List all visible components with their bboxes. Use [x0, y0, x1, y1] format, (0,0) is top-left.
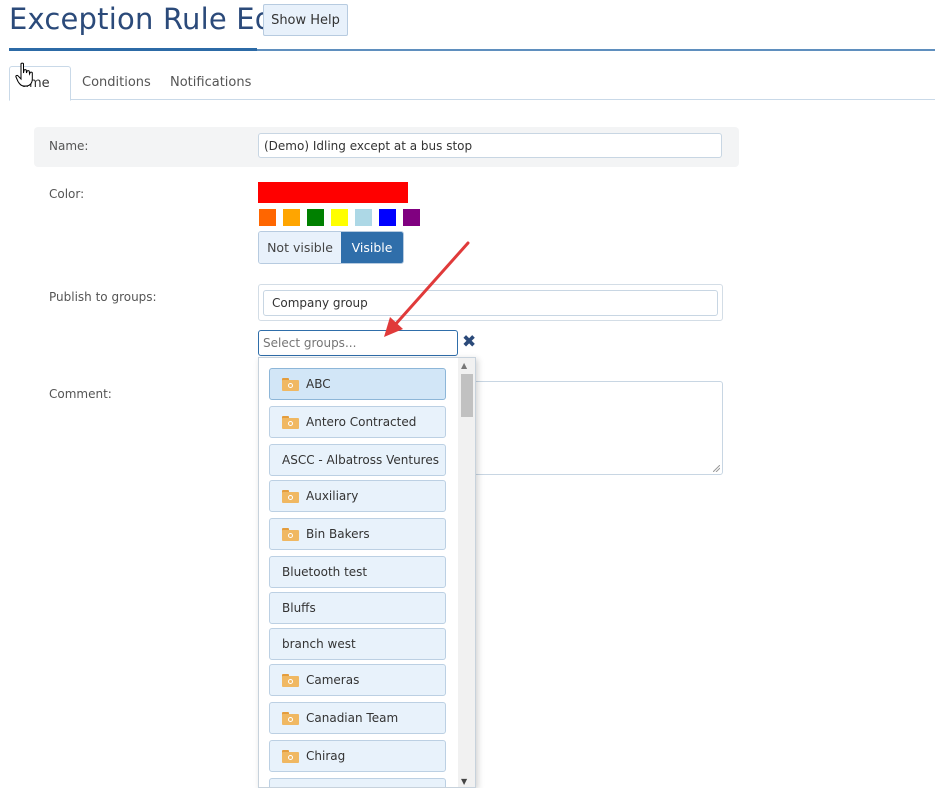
color-swatch-purple[interactable]: [403, 209, 420, 226]
group-option[interactable]: Antero Contracted: [269, 406, 446, 438]
folder-icon: [282, 489, 299, 503]
group-option-label: branch west: [282, 637, 356, 651]
color-swatch-orange[interactable]: [283, 209, 300, 226]
group-option-label: Canadian Team: [306, 711, 399, 725]
group-option[interactable]: ABC: [269, 368, 446, 400]
group-option[interactable]: Bluffs: [269, 592, 446, 624]
color-swatch-yellow[interactable]: [331, 209, 348, 226]
color-swatch-orange-red[interactable]: [259, 209, 276, 226]
folder-icon: [282, 749, 299, 763]
groups-dropdown: ABC Antero Contracted ASCC - Albatross Ven…: [258, 357, 476, 788]
group-option-label: Cameras: [306, 673, 360, 687]
tabs-baseline: [9, 99, 935, 100]
tab-conditions[interactable]: Conditions: [70, 66, 163, 99]
color-swatch-light-blue[interactable]: [355, 209, 372, 226]
name-label: Name:: [49, 139, 89, 153]
group-option[interactable]: Canadian Team: [269, 702, 446, 734]
group-option-label: Chirag: [306, 749, 346, 763]
annotation-arrow: [384, 241, 470, 337]
group-option-label: Bluetooth test: [282, 565, 368, 579]
header-divider-accent: [9, 48, 257, 51]
comment-label: Comment:: [49, 387, 112, 401]
group-option[interactable]: Bin Bakers: [269, 518, 446, 550]
published-group-chip[interactable]: Company group: [263, 290, 718, 316]
color-swatch-blue[interactable]: [379, 209, 396, 226]
not-visible-button[interactable]: Not visible: [259, 232, 341, 263]
comment-textarea[interactable]: [460, 381, 723, 475]
color-label: Color:: [49, 187, 85, 201]
group-option-label: ASCC - Albatross Ventures: [282, 453, 439, 467]
group-option-label: Bin Bakers: [306, 527, 370, 541]
group-option-label: Antero Contracted: [306, 415, 417, 429]
show-help-button[interactable]: Show Help: [263, 4, 348, 36]
name-input[interactable]: (Demo) Idling except at a bus stop: [258, 133, 722, 158]
scroll-down-arrow-icon[interactable]: ▼: [461, 777, 467, 786]
group-option[interactable]: Auxiliary: [269, 480, 446, 512]
selected-color-bar[interactable]: [258, 182, 408, 203]
group-option[interactable]: ASCC - Albatross Ventures: [269, 444, 446, 476]
resize-handle-icon[interactable]: [713, 465, 720, 472]
group-option-label: Bluffs: [282, 601, 316, 615]
folder-icon: [282, 527, 299, 541]
folder-icon: [282, 673, 299, 687]
color-swatch-green[interactable]: [307, 209, 324, 226]
tab-notifications[interactable]: Notifications: [158, 66, 263, 99]
group-option[interactable]: Bluetooth test: [269, 556, 446, 588]
group-option[interactable]: branch west: [269, 628, 446, 660]
folder-icon: [282, 711, 299, 725]
folder-icon: [282, 377, 299, 391]
page-title: Exception Rule Edit: [9, 2, 294, 36]
hand-cursor-icon: [15, 62, 33, 87]
group-option[interactable]: Chirag: [269, 740, 446, 772]
scrollbar-thumb[interactable]: [461, 374, 473, 417]
group-option[interactable]: Cameras: [269, 664, 446, 696]
dropdown-scrollbar[interactable]: [458, 358, 475, 787]
scroll-up-arrow-icon[interactable]: ▲: [461, 361, 467, 370]
publish-label: Publish to groups:: [49, 290, 157, 304]
group-option-partial[interactable]: [269, 778, 446, 787]
group-option-label: ABC: [306, 377, 331, 391]
group-option-label: Auxiliary: [306, 489, 359, 503]
folder-icon: [282, 415, 299, 429]
